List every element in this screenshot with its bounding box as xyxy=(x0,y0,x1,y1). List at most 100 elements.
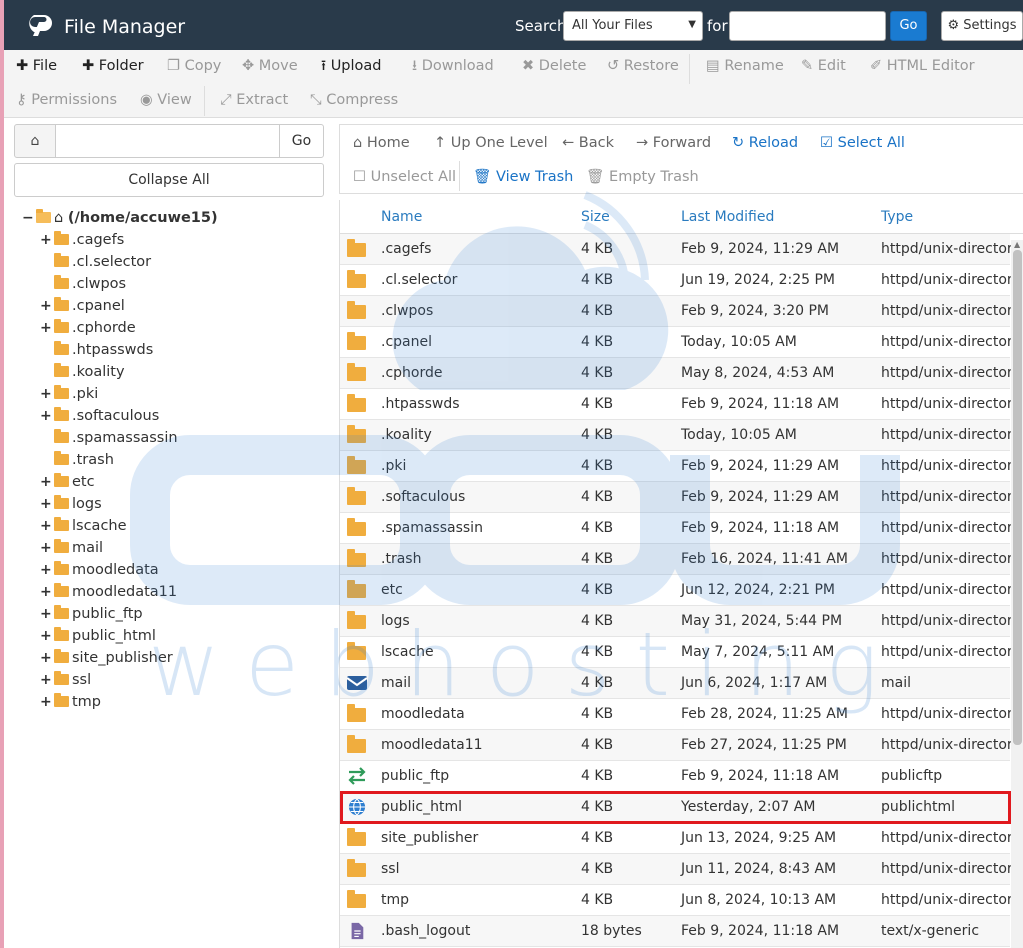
tree-item-dot-htpasswds[interactable]: .htpasswds xyxy=(40,339,153,361)
back-button[interactable]: ← Back xyxy=(562,133,614,153)
file-name[interactable]: public_html xyxy=(381,799,462,815)
tree-item-moodledata11[interactable]: + moodledata11 xyxy=(40,581,177,603)
column-type-header[interactable]: Type xyxy=(881,209,913,225)
permissions-button[interactable]: ⚷ Permissions xyxy=(16,90,117,110)
table-row[interactable]: public_ftp 4 KB Feb 9, 2024, 11:18 AM publi… xyxy=(340,761,1010,792)
path-input[interactable] xyxy=(55,124,280,158)
tree-item-dot-trash[interactable]: .trash xyxy=(40,449,114,471)
tree-root[interactable]: − ⌂ (/home/accuwe15) xyxy=(22,207,218,229)
table-row[interactable]: logs 4 KB May 31, 2024, 5:44 PM httpd/unix-… xyxy=(340,606,1021,637)
file-name[interactable]: lscache xyxy=(381,644,434,660)
delete-button[interactable]: ✖ Delete xyxy=(522,56,586,76)
column-name-header[interactable]: Name xyxy=(381,209,422,225)
file-name[interactable]: moodledata xyxy=(381,706,465,722)
expand-toggle-icon[interactable]: + xyxy=(40,515,54,537)
file-name[interactable]: .softaculous xyxy=(381,489,465,505)
table-row[interactable]: .koality 4 KB Today, 10:05 AM httpd/unix-di… xyxy=(340,420,1021,451)
tree-item-ssl[interactable]: + ssl xyxy=(40,669,91,691)
tree-item-tmp[interactable]: + tmp xyxy=(40,691,101,713)
edit-button[interactable]: ✎ Edit xyxy=(801,56,846,76)
table-row[interactable]: .pki 4 KB Feb 9, 2024, 11:29 AM httpd/unix-… xyxy=(340,451,1021,482)
tree-item-etc[interactable]: + etc xyxy=(40,471,95,493)
expand-toggle-icon[interactable]: + xyxy=(40,383,54,405)
tree-item-dot-koality[interactable]: .koality xyxy=(40,361,125,383)
new-folder-button[interactable]: ✚ Folder xyxy=(82,56,144,76)
tree-item-moodledata[interactable]: + moodledata xyxy=(40,559,159,581)
tree-item-dot-spamassassin[interactable]: .spamassassin xyxy=(40,427,178,449)
file-name[interactable]: .cagefs xyxy=(381,241,431,257)
expand-toggle-icon[interactable]: + xyxy=(40,625,54,647)
file-name[interactable]: tmp xyxy=(381,892,409,908)
table-row[interactable]: .htpasswds 4 KB Feb 9, 2024, 11:18 AM httpd… xyxy=(340,389,1021,420)
table-scrollbar[interactable]: ▲ xyxy=(1011,240,1023,948)
expand-toggle-icon[interactable]: + xyxy=(40,405,54,427)
upload-button[interactable]: ⭱ Upload xyxy=(321,56,382,76)
expand-toggle-icon[interactable]: + xyxy=(40,295,54,317)
table-row[interactable]: site_publisher 4 KB Jun 13, 2024, 9:25 AM h… xyxy=(340,823,1021,854)
copy-button[interactable]: ❐ Copy xyxy=(167,56,221,76)
tree-item-mail[interactable]: + mail xyxy=(40,537,103,559)
table-row[interactable]: public_html 4 KB Yesterday, 2:07 AM publich… xyxy=(340,792,1010,823)
expand-toggle-icon[interactable]: + xyxy=(40,647,54,669)
file-name[interactable]: public_ftp xyxy=(381,768,449,784)
expand-toggle-icon[interactable]: + xyxy=(40,559,54,581)
file-name[interactable]: etc xyxy=(381,582,403,598)
file-name[interactable]: ssl xyxy=(381,861,399,877)
table-row[interactable]: moodledata11 4 KB Feb 27, 2024, 11:25 PM ht… xyxy=(340,730,1021,761)
collapse-all-button[interactable]: Collapse All xyxy=(14,163,324,197)
forward-button[interactable]: → Forward xyxy=(636,133,711,153)
move-button[interactable]: ✥ Move xyxy=(242,56,298,76)
tree-item-dot-softaculous[interactable]: + .softaculous xyxy=(40,405,159,427)
tree-item-public-ftp[interactable]: + public_ftp xyxy=(40,603,143,625)
expand-toggle-icon[interactable]: + xyxy=(40,669,54,691)
tree-item-dot-cagefs[interactable]: + .cagefs xyxy=(40,229,124,251)
tree-item-logs[interactable]: + logs xyxy=(40,493,102,515)
tree-item-dot-cl-selector[interactable]: .cl.selector xyxy=(40,251,151,273)
scroll-up-arrow-icon[interactable]: ▲ xyxy=(1014,240,1020,249)
table-row[interactable]: tmp 4 KB Jun 8, 2024, 10:13 AM httpd/unix-d… xyxy=(340,885,1021,916)
search-scope-select[interactable]: All Your Files ▼ xyxy=(563,11,703,41)
tree-item-public-html[interactable]: + public_html xyxy=(40,625,156,647)
table-row[interactable]: .clwpos 4 KB Feb 9, 2024, 3:20 PM httpd/uni… xyxy=(340,296,1021,327)
restore-button[interactable]: ↺ Restore xyxy=(607,56,679,76)
expand-toggle-icon[interactable]: + xyxy=(40,493,54,515)
select-all-button[interactable]: ☑ Select All xyxy=(820,133,905,153)
view-trash-button[interactable]: 🗑 View Trash xyxy=(473,167,573,187)
table-row[interactable]: lscache 4 KB May 7, 2024, 5:11 AM httpd/uni… xyxy=(340,637,1021,668)
file-name[interactable]: mail xyxy=(381,675,411,691)
file-name[interactable]: .cl.selector xyxy=(381,272,457,288)
expand-toggle-icon[interactable]: + xyxy=(40,317,54,339)
file-name[interactable]: .koality xyxy=(381,427,432,443)
new-file-button[interactable]: ✚ File xyxy=(16,56,57,76)
tree-item-lscache[interactable]: + lscache xyxy=(40,515,127,537)
unselect-all-button[interactable]: ☐ Unselect All xyxy=(353,167,456,187)
empty-trash-button[interactable]: 🗑 Empty Trash xyxy=(586,167,699,187)
reload-button[interactable]: ↻ Reload xyxy=(732,133,798,153)
tree-item-dot-pki[interactable]: + .pki xyxy=(40,383,98,405)
file-name[interactable]: .pki xyxy=(381,458,406,474)
file-name[interactable]: .spamassassin xyxy=(381,520,483,536)
table-row[interactable]: etc 4 KB Jun 12, 2024, 2:21 PM httpd/unix-d… xyxy=(340,575,1021,606)
table-row[interactable]: ssl 4 KB Jun 11, 2024, 8:43 AM httpd/unix-d… xyxy=(340,854,1021,885)
table-row[interactable]: mail 4 KB Jun 6, 2024, 1:17 AM mail xyxy=(340,668,1010,699)
html-editor-button[interactable]: ✐ HTML Editor xyxy=(870,56,975,76)
table-row[interactable]: moodledata 4 KB Feb 28, 2024, 11:25 AM http… xyxy=(340,699,1021,730)
table-row[interactable]: .cpanel 4 KB Today, 10:05 AM httpd/unix-dir… xyxy=(340,327,1021,358)
file-name[interactable]: moodledata11 xyxy=(381,737,483,753)
view-button[interactable]: ◉ View xyxy=(140,90,192,110)
file-name[interactable]: site_publisher xyxy=(381,830,478,846)
table-row[interactable]: .cagefs 4 KB Feb 9, 2024, 11:29 AM httpd/un… xyxy=(340,234,1021,265)
file-name[interactable]: .trash xyxy=(381,551,421,567)
file-name[interactable]: .clwpos xyxy=(381,303,433,319)
settings-button[interactable]: ⚙ Settings xyxy=(941,11,1023,41)
table-row[interactable]: .spamassassin 4 KB Feb 9, 2024, 11:18 AM ht… xyxy=(340,513,1021,544)
tree-item-dot-cpanel[interactable]: + .cpanel xyxy=(40,295,125,317)
file-name[interactable]: logs xyxy=(381,613,410,629)
scrollbar-thumb[interactable] xyxy=(1013,250,1022,745)
expand-toggle-icon[interactable]: + xyxy=(40,471,54,493)
tree-home-button[interactable]: ⌂ xyxy=(14,124,56,158)
rename-button[interactable]: ▤ Rename xyxy=(706,56,784,76)
file-name[interactable]: .htpasswds xyxy=(381,396,460,412)
table-row[interactable]: .cphorde 4 KB May 8, 2024, 4:53 AM httpd/un… xyxy=(340,358,1021,389)
expand-toggle-icon[interactable]: + xyxy=(40,691,54,713)
